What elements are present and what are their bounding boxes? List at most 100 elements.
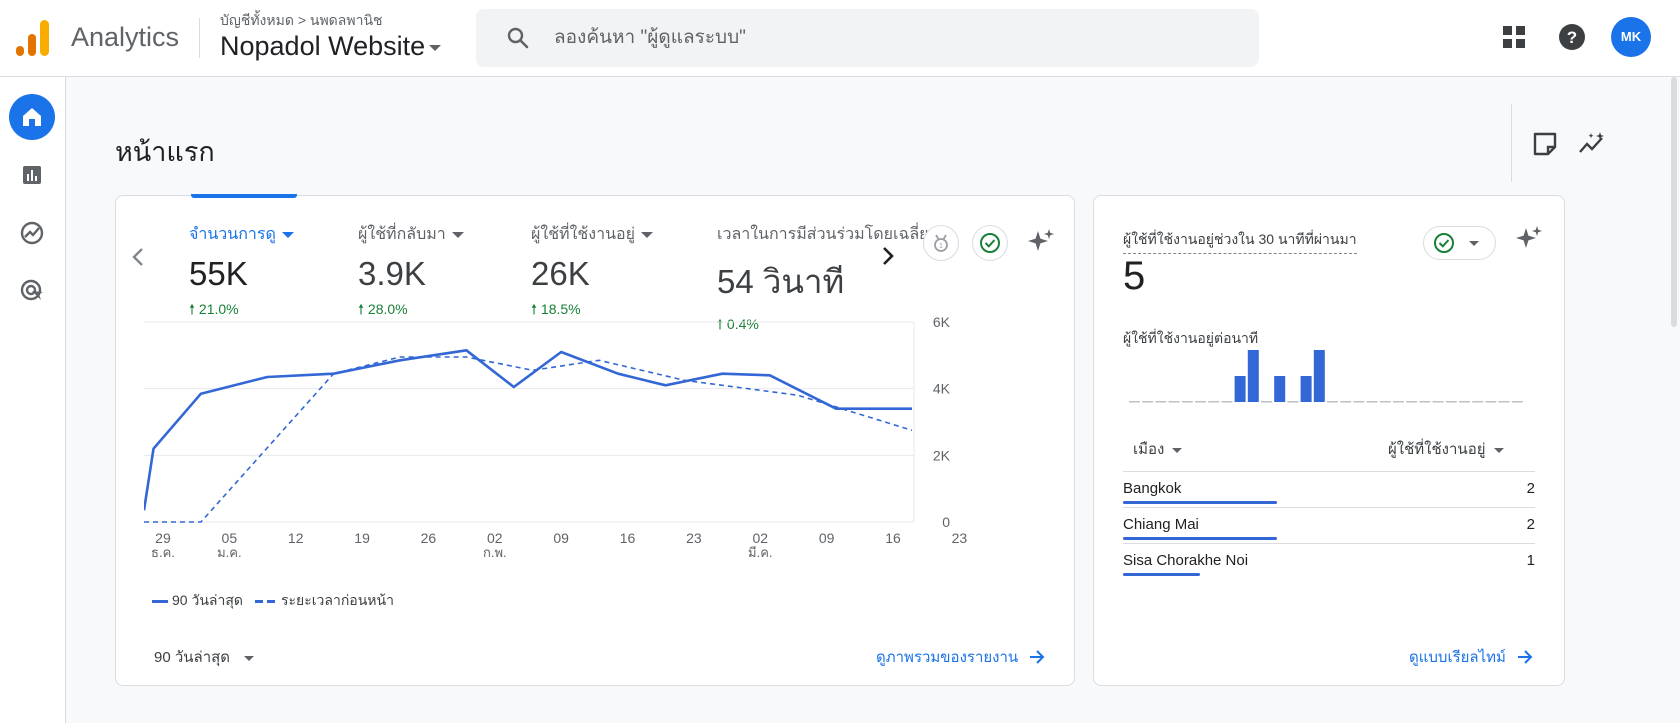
minute-bar — [1300, 376, 1312, 402]
series-line-current — [144, 348, 912, 511]
x-tick-label: 23 — [952, 530, 968, 546]
breadcrumb[interactable]: บัญชีทั้งหมด > นพดลพานิช — [220, 10, 383, 32]
city-column-header[interactable]: เมือง — [1133, 437, 1183, 461]
user-count: 1 — [1526, 552, 1535, 569]
check-circle-icon — [1434, 233, 1454, 253]
legend-solid-swatch — [152, 599, 168, 603]
metric-value: 26K — [531, 255, 590, 292]
chevron-right-icon[interactable] — [873, 241, 903, 271]
side-nav — [0, 77, 66, 723]
dropdown-icon — [281, 231, 294, 238]
arrow-right-icon — [1517, 650, 1533, 664]
minute-bar — [1195, 401, 1206, 403]
arrow-right-icon — [1030, 650, 1045, 664]
x-tick-sublabel: ม.ค. — [217, 545, 242, 560]
sparkle-insights-icon[interactable] — [1026, 227, 1056, 257]
metric-views[interactable]: จำนวนการดู 55K 🠕 21.0% — [189, 222, 294, 323]
city-name: Sisa Chorakhe Noi — [1123, 552, 1249, 569]
x-tick-label: 09 — [553, 530, 569, 546]
analytics-logo-icon[interactable] — [16, 20, 50, 56]
chart-legend: 90 วันล่าสุด ระยะเวลาก่อนหน้า — [152, 590, 394, 612]
share-bar — [1123, 573, 1200, 576]
selected-tab-indicator — [191, 194, 297, 198]
table-row[interactable]: Bangkok 2 — [1123, 472, 1535, 508]
minute-bar — [1340, 401, 1352, 403]
realtime-quality-dropdown[interactable] — [1423, 226, 1496, 260]
nav-explore[interactable] — [9, 210, 55, 256]
dropdown-icon — [1172, 447, 1183, 453]
search-input[interactable] — [554, 9, 1244, 67]
apps-grid-icon[interactable] — [1499, 22, 1529, 52]
table-row[interactable]: Sisa Chorakhe Noi 1 — [1123, 544, 1535, 580]
minute-bar — [1353, 401, 1365, 403]
check-circle-icon — [980, 233, 1000, 253]
user-count: 2 — [1526, 480, 1535, 497]
realtime-card: ผู้ใช้ที่ใช้งานอยู่ช่วงใน 30 นาทีที่ผ่าน… — [1093, 195, 1565, 686]
benchmark-button[interactable]: 1 — [923, 225, 959, 261]
realtime-label[interactable]: ผู้ใช้ที่ใช้งานอยู่ช่วงใน 30 นาทีที่ผ่าน… — [1123, 229, 1357, 254]
share-bar — [1123, 501, 1277, 504]
minute-bar — [1155, 401, 1167, 403]
nav-reports[interactable] — [9, 152, 55, 198]
y-tick-label: 2K — [933, 447, 951, 463]
page-scrollbar[interactable] — [1671, 77, 1677, 327]
realtime-value: 5 — [1123, 254, 1146, 298]
minute-bar — [1181, 401, 1193, 403]
users-column-header[interactable]: ผู้ใช้ที่ใช้งานอยู่ — [1388, 437, 1504, 461]
search-icon — [507, 27, 529, 49]
minute-bar — [1221, 401, 1233, 403]
realtime-link[interactable]: ดูแบบเรียลไทม์ — [1409, 645, 1534, 669]
y-tick-label: 6K — [933, 316, 951, 330]
nav-advertising[interactable] — [9, 268, 55, 314]
home-icon — [23, 108, 41, 126]
property-selector[interactable]: Nopadol Website — [220, 31, 442, 62]
minute-bar — [1419, 401, 1431, 403]
dropdown-icon — [640, 231, 653, 238]
minute-bar — [1129, 401, 1140, 403]
minute-bar — [1498, 401, 1510, 403]
x-tick-label: 12 — [288, 530, 304, 546]
minute-bar — [1406, 401, 1418, 403]
data-quality-button[interactable] — [972, 225, 1008, 261]
x-tick-sublabel: ธ.ค. — [151, 545, 175, 560]
divider — [199, 18, 200, 58]
metric-active-users[interactable]: ผู้ใช้ที่ใช้งานอยู่ 26K 🠕 18.5% — [531, 222, 653, 323]
city-name: Bangkok — [1123, 480, 1182, 497]
minute-bar — [1366, 401, 1378, 403]
city-name: Chiang Mai — [1123, 516, 1199, 533]
insights-icon[interactable] — [1578, 130, 1606, 158]
search-box[interactable] — [476, 9, 1259, 67]
table-row[interactable]: Chiang Mai 2 — [1123, 508, 1535, 544]
page-title: หน้าแรก — [115, 137, 215, 167]
minute-bar — [1142, 401, 1154, 403]
y-tick-label: 0 — [942, 514, 950, 530]
minute-bar — [1327, 401, 1338, 403]
property-name: Nopadol Website — [220, 31, 426, 61]
legend-current: 90 วันล่าสุด — [172, 592, 243, 608]
help-icon[interactable]: ? — [1557, 22, 1587, 52]
arrow-up-icon: 🠕 — [189, 301, 196, 317]
ads-target-icon — [20, 279, 43, 301]
metric-label: ผู้ใช้ที่กลับมา — [358, 222, 464, 247]
x-tick-label: 05 — [222, 530, 238, 546]
minute-bar — [1247, 350, 1259, 402]
note-icon[interactable] — [1531, 130, 1559, 158]
metric-label: ผู้ใช้ที่ใช้งานอยู่ — [531, 222, 653, 247]
dropdown-icon — [1469, 240, 1479, 246]
chevron-left-icon[interactable] — [123, 242, 153, 272]
dropdown-icon — [244, 655, 255, 661]
x-tick-sublabel: มี.ค. — [748, 545, 773, 560]
x-tick-label: 26 — [421, 530, 437, 546]
svg-text:1: 1 — [939, 243, 943, 250]
date-range-selector[interactable]: 90 วันล่าสุด — [154, 645, 255, 669]
per-minute-bar-chart — [1129, 350, 1523, 403]
avatar[interactable]: MK — [1611, 17, 1651, 57]
nav-home[interactable] — [9, 94, 55, 140]
view-report-link[interactable]: ดูภาพรวมของรายงาน — [876, 645, 1046, 669]
summary-card: จำนวนการดู 55K 🠕 21.0% ผู้ใช้ที่กลับมา 3… — [115, 194, 1075, 686]
arrow-up-icon: 🠕 — [358, 301, 365, 317]
metric-returning-users[interactable]: ผู้ใช้ที่กลับมา 3.9K 🠕 28.0% — [358, 222, 464, 323]
legend-dashed-swatch — [254, 599, 275, 603]
metric-label: จำนวนการดู — [189, 222, 294, 247]
sparkle-insights-icon[interactable] — [1514, 224, 1544, 254]
